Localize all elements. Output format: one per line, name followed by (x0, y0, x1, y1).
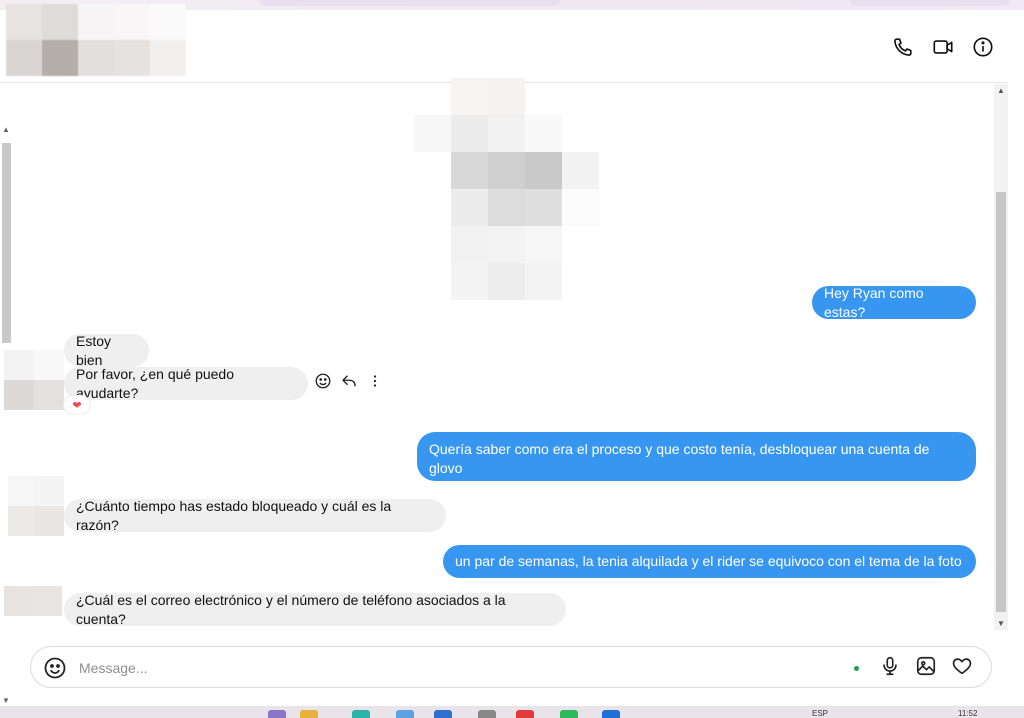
heart-icon: ❤ (72, 399, 82, 412)
sender-avatar[interactable] (4, 586, 62, 616)
taskbar-app-icon[interactable] (352, 710, 370, 718)
sender-avatar[interactable] (4, 350, 64, 410)
profile-picture (340, 78, 673, 300)
message-hover-actions (314, 372, 384, 395)
phone-icon[interactable] (890, 34, 916, 60)
microphone-icon[interactable] (879, 655, 901, 682)
taskbar-app-icon[interactable] (434, 710, 452, 718)
taskbar-app-icon[interactable] (478, 710, 496, 718)
os-taskbar: ESP 11:52 (0, 706, 1024, 718)
message-text: ¿Cuál es el correo electrónico y el núme… (76, 591, 506, 627)
emoji-icon[interactable] (43, 656, 67, 685)
message-bubble-incoming[interactable]: ¿Cuál es el correo electrónico y el núme… (64, 591, 566, 627)
message-text: Por favor, ¿en qué puedo ayudarte? (76, 365, 234, 401)
message-composer (30, 646, 992, 688)
sender-avatar[interactable] (8, 476, 64, 536)
thread-scrollbar[interactable]: ▲ ▼ (994, 84, 1008, 630)
status-dot (854, 666, 859, 671)
contact-avatar[interactable] (6, 4, 186, 76)
reply-icon[interactable] (340, 372, 358, 395)
image-icon[interactable] (915, 655, 937, 682)
message-bubble-incoming[interactable]: ¿Cuánto tiempo has estado bloqueado y cu… (64, 497, 446, 533)
chat-header (0, 4, 1008, 83)
top-tab-shape (260, 0, 560, 6)
more-options-icon[interactable] (366, 372, 384, 395)
scroll-down-arrow-icon[interactable]: ▼ (997, 619, 1005, 628)
clock[interactable]: 11:52 (958, 709, 977, 718)
message-bubble-incoming[interactable]: Por favor, ¿en qué puedo ayudarte? (64, 365, 308, 401)
heart-reaction[interactable]: ❤ (64, 396, 90, 414)
heart-icon[interactable] (951, 655, 973, 682)
taskbar-app-icon[interactable] (268, 710, 286, 718)
info-icon[interactable] (970, 34, 996, 60)
taskbar-app-icon[interactable] (602, 710, 620, 718)
message-text: Hey Ryan como estas? (824, 284, 924, 320)
message-bubble-outgoing[interactable]: Quería saber como era el proceso y que c… (417, 432, 976, 481)
top-tab-shape (850, 0, 1010, 6)
message-input[interactable] (77, 656, 801, 680)
thread-scroll-thumb[interactable] (996, 192, 1006, 612)
message-bubble-outgoing[interactable]: un par de semanas, la tenia alquilada y … (443, 545, 976, 578)
message-text: Quería saber como era el proceso y que c… (429, 441, 930, 476)
taskbar-app-icon[interactable] (300, 710, 318, 718)
scroll-down-arrow-icon[interactable]: ▼ (2, 696, 10, 705)
header-actions (890, 34, 996, 60)
video-camera-icon[interactable] (930, 34, 956, 60)
taskbar-app-icon[interactable] (396, 710, 414, 718)
composer-actions (854, 655, 973, 682)
message-bubble-outgoing[interactable]: Hey Ryan como estas? (812, 284, 976, 320)
language-indicator[interactable]: ESP (812, 709, 828, 718)
smiley-icon[interactable] (314, 372, 332, 395)
taskbar-app-icon[interactable] (516, 710, 534, 718)
message-text: ¿Cuánto tiempo has estado bloqueado y cu… (76, 497, 392, 533)
scroll-up-arrow-icon[interactable]: ▲ (997, 86, 1005, 95)
message-bubble-incoming[interactable]: Estoy bien (64, 333, 149, 368)
message-text: un par de semanas, la tenia alquilada y … (455, 553, 962, 569)
taskbar-app-icon[interactable] (560, 710, 578, 718)
